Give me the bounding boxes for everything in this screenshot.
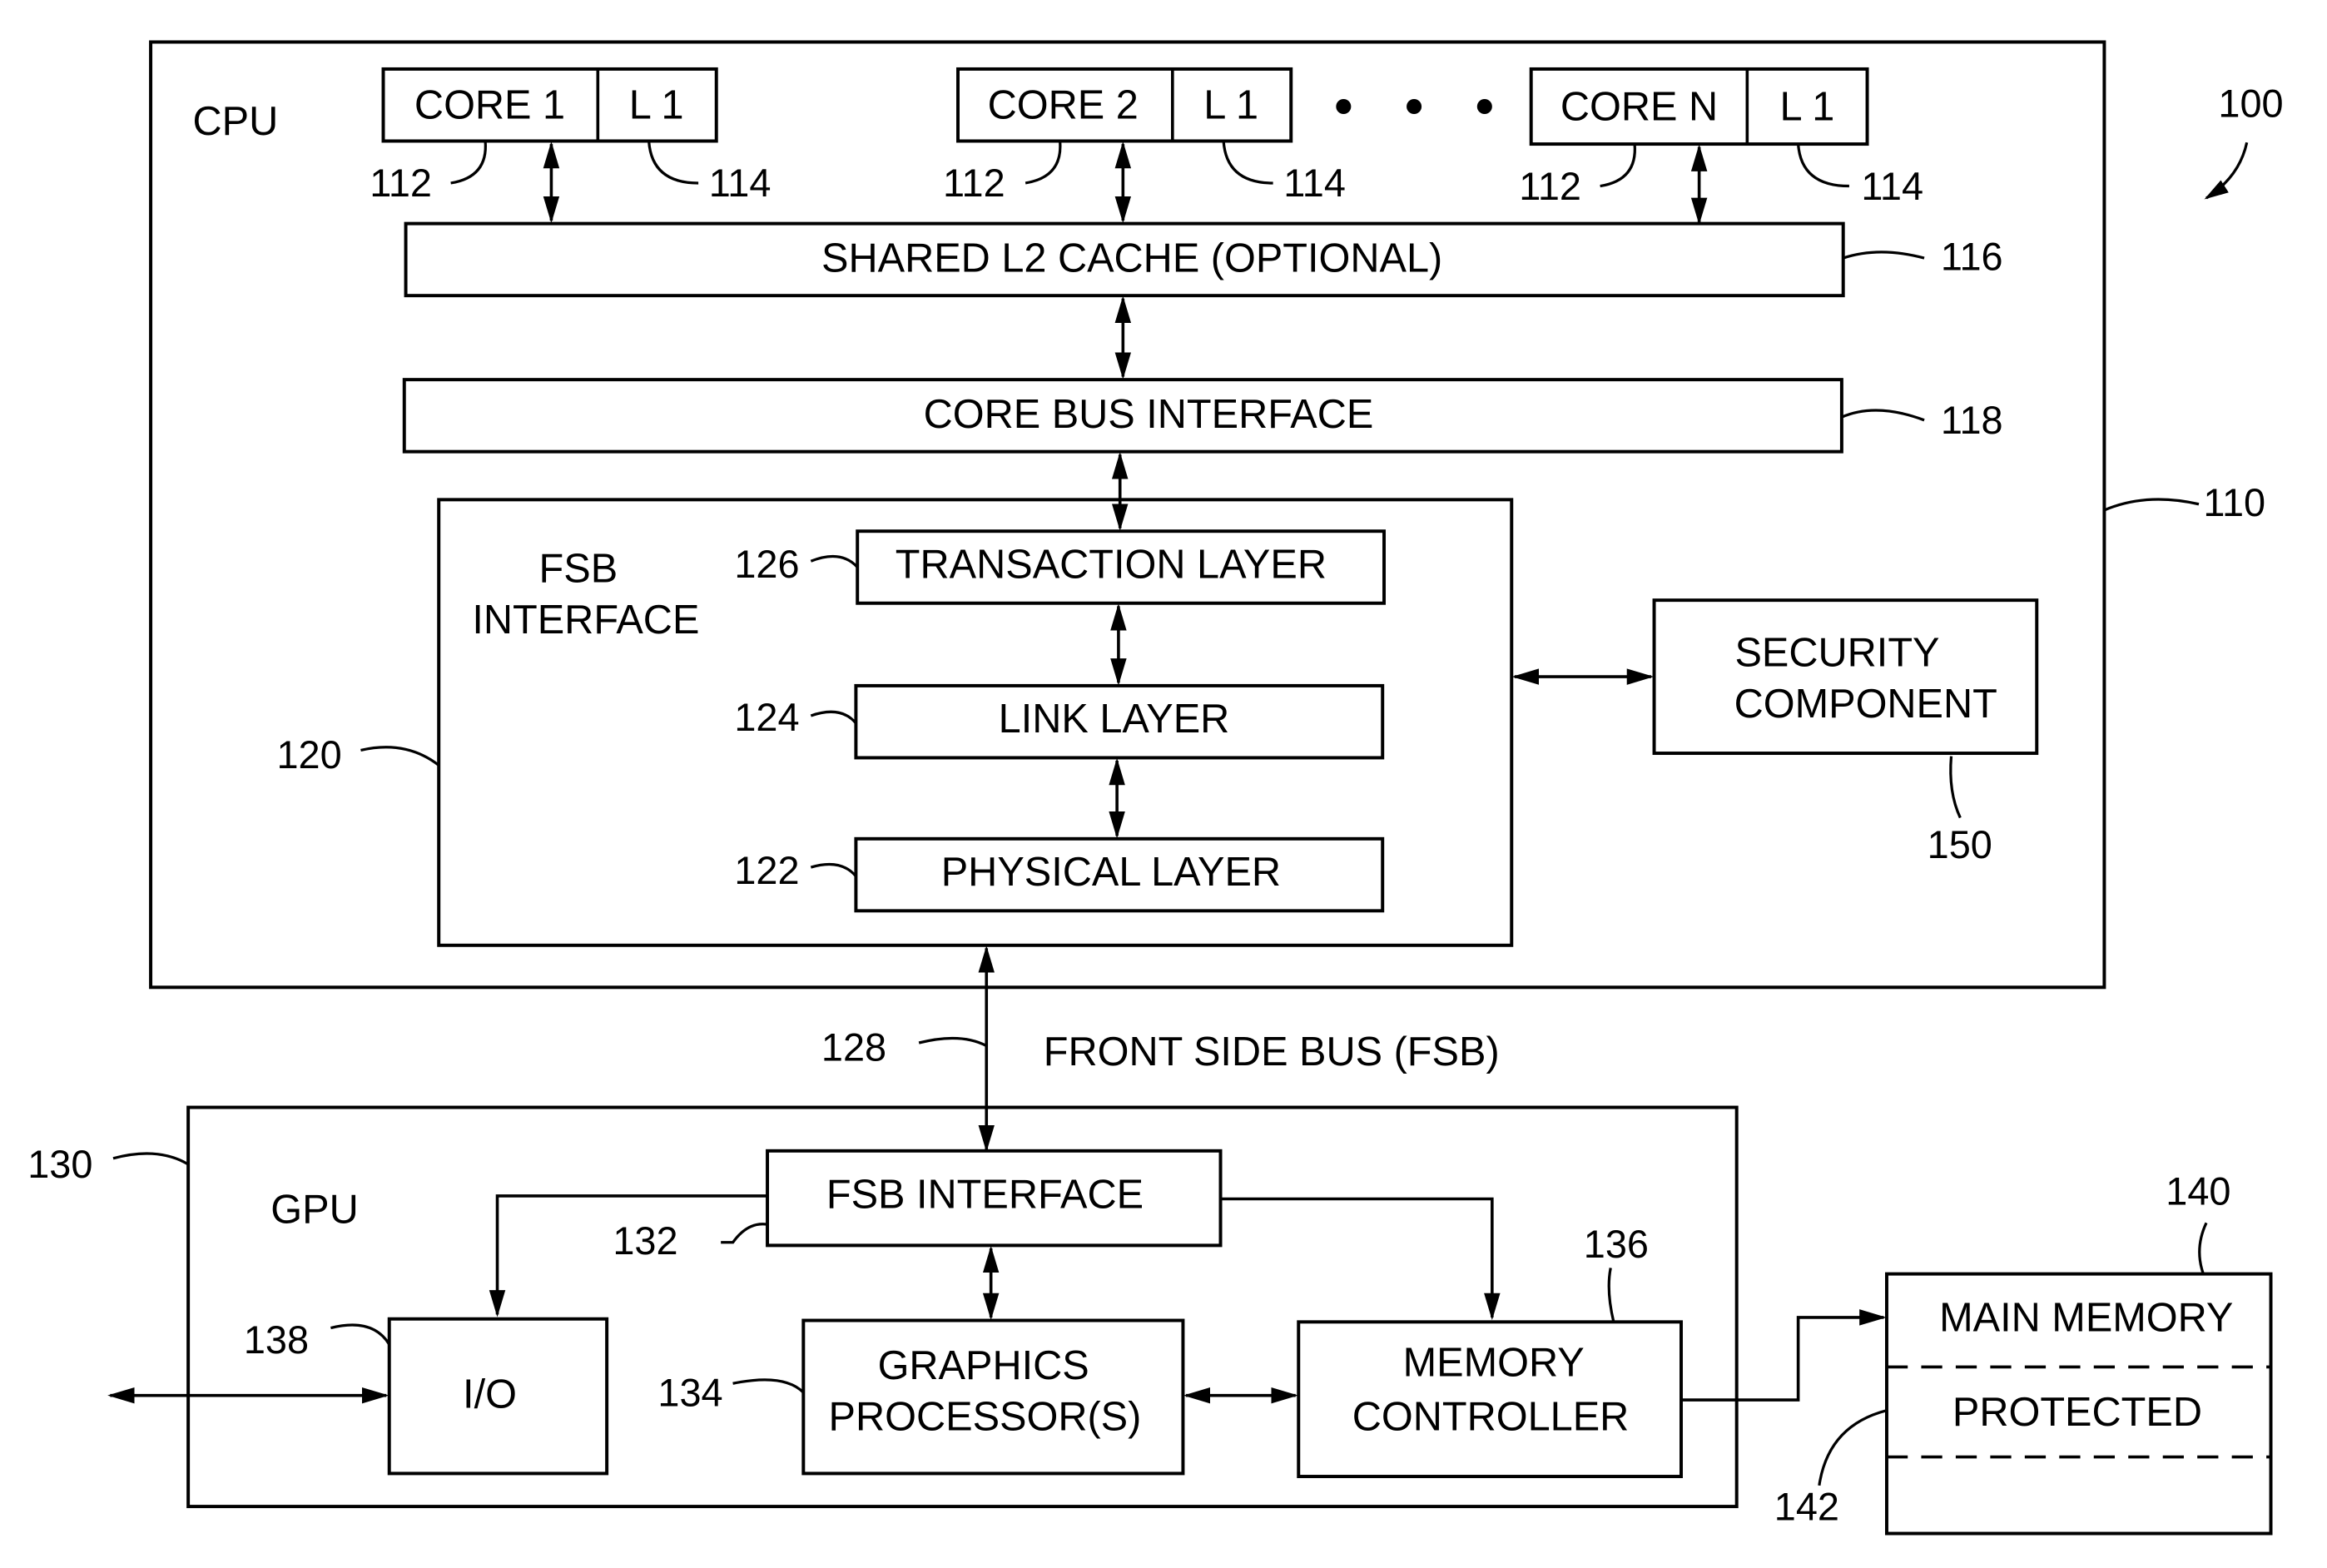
core-2-ref: 112 — [943, 161, 1005, 205]
l2-cache-label: SHARED L2 CACHE (OPTIONAL) — [821, 236, 1442, 281]
core-bus-interface-label: CORE BUS INTERFACE — [924, 392, 1374, 437]
core-n-ref: 112 — [1519, 165, 1581, 208]
core-n-label: CORE N — [1560, 84, 1718, 129]
ellipsis-dot — [1336, 98, 1352, 115]
core-2-label: CORE 2 — [988, 83, 1139, 128]
ellipsis-dot — [1476, 98, 1492, 115]
memory-controller-to-main-memory-arrow — [1680, 1309, 1887, 1402]
core-2: CORE 2 L 1 112 114 — [943, 67, 1346, 224]
cpu-fsb-interface-label-2: INTERFACE — [472, 598, 699, 643]
protected-region-ref: 142 — [1774, 1485, 1839, 1528]
io-label: I/O — [463, 1372, 517, 1417]
front-side-bus-ref: 128 — [821, 1026, 886, 1069]
gpu-fsb-interface-ref: 132 — [613, 1219, 677, 1263]
core-2-cache-label: L 1 — [1203, 83, 1258, 128]
patent-diagram: 100 CPU 110 CORE 1 L 1 112 114 CORE 2 L … — [27, 40, 2284, 1536]
physical-layer-label: PHYSICAL LAYER — [941, 850, 1281, 895]
figure-ref-arrow — [2204, 141, 2249, 200]
memory-controller-label-1: MEMORY — [1403, 1340, 1585, 1385]
fsb-to-memory-controller-arrow — [1220, 1197, 1501, 1321]
graphics-processor-ref: 134 — [657, 1371, 722, 1414]
core-bus-interface-ref: 118 — [1941, 399, 2003, 442]
security-component-label-1: SECURITY — [1734, 631, 1939, 676]
core-1-ref: 112 — [370, 161, 432, 205]
security-component-ref: 150 — [1928, 823, 1992, 866]
link-layer-label: LINK LAYER — [999, 697, 1230, 742]
main-memory-ref: 140 — [2166, 1170, 2230, 1213]
core-n: CORE N L 1 112 114 — [1519, 67, 1923, 226]
memory-controller-label-2: CONTROLLER — [1352, 1394, 1630, 1439]
transaction-layer-label: TRANSACTION LAYER — [896, 542, 1327, 587]
core-1-cache-label: L 1 — [629, 83, 684, 128]
ellipsis-dot — [1407, 98, 1422, 115]
l2-cache-ref: 116 — [1941, 236, 2003, 279]
cpu-ref-leader — [2103, 498, 2200, 512]
security-component-label-2: COMPONENT — [1734, 682, 1997, 727]
cpu-fsb-interface-label-1: FSB — [539, 547, 618, 592]
graphics-processor-label-2: PROCESSOR(S) — [829, 1394, 1142, 1439]
security-component-box — [1652, 598, 2039, 756]
link-layer-ref: 124 — [734, 696, 799, 739]
transaction-layer-ref: 126 — [734, 543, 799, 586]
core-1-cache-ref: 114 — [709, 161, 772, 205]
core-1-label: CORE 1 — [414, 83, 565, 128]
figure-ref: 100 — [2218, 82, 2283, 126]
core-n-cache-label: L 1 — [1780, 84, 1835, 129]
main-memory-label: MAIN MEMORY — [1939, 1295, 2233, 1340]
gpu-label: GPU — [270, 1187, 358, 1232]
front-side-bus-label: FRONT SIDE BUS (FSB) — [1044, 1030, 1500, 1074]
cpu-ref: 110 — [2203, 481, 2265, 524]
core-n-cache-ref: 114 — [1861, 165, 1923, 208]
memory-controller-ref: 136 — [1584, 1223, 1649, 1266]
cpu-fsb-interface-ref: 120 — [277, 733, 342, 777]
graphics-processor-label-1: GRAPHICS — [878, 1343, 1089, 1388]
gpu-fsb-interface-label: FSB INTERFACE — [826, 1173, 1144, 1218]
io-ref: 138 — [244, 1318, 309, 1362]
core-1: CORE 1 L 1 112 114 — [370, 67, 772, 224]
gpu-ref: 130 — [27, 1143, 92, 1186]
physical-layer-ref: 122 — [734, 849, 799, 892]
cpu-label: CPU — [193, 99, 279, 144]
protected-region-label: PROTECTED — [1952, 1390, 2202, 1435]
core-2-cache-ref: 114 — [1283, 161, 1346, 205]
